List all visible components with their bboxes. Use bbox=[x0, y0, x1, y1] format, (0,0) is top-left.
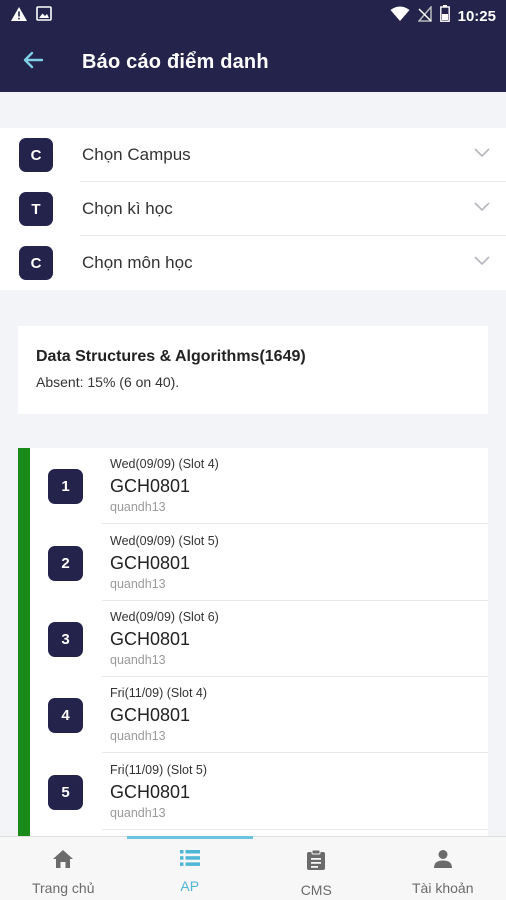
image-icon bbox=[36, 6, 52, 26]
teacher-name: quandh13 bbox=[110, 729, 166, 743]
app-bar: Báo cáo điểm danh bbox=[0, 32, 506, 92]
bottom-navigation: Trang chủ AP CMS Tài khoản bbox=[0, 836, 506, 900]
chevron-down-icon bbox=[474, 199, 490, 217]
chevron-down-icon bbox=[474, 145, 490, 163]
nav-home[interactable]: Trang chủ bbox=[0, 837, 127, 900]
semester-select[interactable]: T Chọn kì học bbox=[0, 182, 506, 236]
course-select-label: Chọn môn học bbox=[82, 253, 193, 272]
nav-account-label: Tài khoản bbox=[412, 880, 474, 896]
status-bar: 10:25 bbox=[0, 0, 506, 32]
session-date: Wed(09/09) (Slot 5) bbox=[110, 534, 219, 548]
teacher-name: quandh13 bbox=[110, 577, 166, 591]
course-select[interactable]: C Chọn môn học bbox=[0, 236, 506, 290]
nav-home-label: Trang chủ bbox=[31, 880, 95, 896]
semester-select-label: Chọn kì học bbox=[82, 199, 173, 218]
divider bbox=[102, 829, 488, 830]
status-left bbox=[10, 6, 52, 27]
session-item[interactable]: 2 Wed(09/09) (Slot 5) GCH0801 quandh13 bbox=[30, 525, 488, 601]
absence-summary: Absent: 15% (6 on 40). bbox=[36, 374, 180, 390]
class-code: GCH0801 bbox=[110, 705, 191, 725]
teacher-name: quandh13 bbox=[110, 500, 166, 514]
class-code: GCH0801 bbox=[110, 476, 191, 496]
session-number: 1 bbox=[48, 469, 83, 504]
nav-ap[interactable]: AP bbox=[126, 836, 253, 900]
campus-badge: C bbox=[19, 138, 53, 172]
session-number: 5 bbox=[48, 775, 83, 810]
class-code: GCH0801 bbox=[110, 629, 191, 649]
divider bbox=[102, 752, 488, 753]
wifi-icon bbox=[390, 6, 410, 27]
list-icon bbox=[179, 849, 201, 872]
session-item[interactable]: 5 Fri(11/09) (Slot 5) GCH0801 quandh13 bbox=[30, 754, 488, 830]
session-date: Fri(11/09) (Slot 4) bbox=[110, 686, 208, 700]
session-date: Wed(09/09) (Slot 4) bbox=[110, 457, 219, 471]
divider bbox=[102, 523, 488, 524]
session-list: 1 Wed(09/09) (Slot 4) GCH0801 quandh13 2… bbox=[18, 448, 488, 838]
campus-select[interactable]: C Chọn Campus bbox=[0, 128, 506, 182]
teacher-name: quandh13 bbox=[110, 806, 166, 820]
home-icon bbox=[52, 849, 74, 874]
course-summary-card: Data Structures & Algorithms(1649) Absen… bbox=[18, 326, 488, 414]
back-button[interactable] bbox=[18, 47, 48, 77]
status-time: 10:25 bbox=[457, 7, 496, 25]
session-item[interactable]: 3 Wed(09/09) (Slot 6) GCH0801 quandh13 bbox=[30, 601, 488, 677]
semester-badge: T bbox=[19, 192, 53, 226]
session-number: 4 bbox=[48, 698, 83, 733]
class-code: GCH0801 bbox=[110, 553, 191, 573]
nav-ap-label: AP bbox=[180, 878, 200, 894]
battery-icon bbox=[439, 5, 450, 27]
warning-icon bbox=[10, 6, 28, 27]
class-code: GCH0801 bbox=[110, 782, 191, 802]
session-number: 3 bbox=[48, 622, 83, 657]
top-bar: 10:25 Báo cáo điểm danh bbox=[0, 0, 506, 92]
attendance-status-bar bbox=[18, 448, 30, 838]
session-date: Fri(11/09) (Slot 5) bbox=[110, 763, 208, 777]
no-signal-icon bbox=[416, 4, 432, 27]
session-item[interactable]: 4 Fri(11/09) (Slot 4) GCH0801 quandh13 bbox=[30, 677, 488, 753]
campus-select-label: Chọn Campus bbox=[82, 145, 191, 164]
status-right: 10:25 bbox=[390, 4, 496, 27]
nav-cms-label: CMS bbox=[300, 882, 332, 898]
clipboard-icon bbox=[306, 849, 326, 876]
teacher-name: quandh13 bbox=[110, 653, 166, 667]
active-tab-indicator bbox=[126, 836, 253, 839]
arrow-left-icon bbox=[22, 51, 44, 74]
page-title: Báo cáo điểm danh bbox=[82, 50, 269, 73]
session-number: 2 bbox=[48, 546, 83, 581]
person-icon bbox=[433, 849, 453, 874]
nav-cms[interactable]: CMS bbox=[253, 837, 380, 900]
nav-account[interactable]: Tài khoản bbox=[380, 837, 506, 900]
course-badge: C bbox=[19, 246, 53, 280]
session-item[interactable]: 1 Wed(09/09) (Slot 4) GCH0801 quandh13 bbox=[30, 448, 488, 524]
filter-selectors: C Chọn Campus T Chọn kì học C Chọn môn h… bbox=[0, 128, 506, 290]
course-title: Data Structures & Algorithms(1649) bbox=[36, 348, 306, 365]
chevron-down-icon bbox=[474, 253, 490, 271]
session-date: Wed(09/09) (Slot 6) bbox=[110, 610, 219, 624]
